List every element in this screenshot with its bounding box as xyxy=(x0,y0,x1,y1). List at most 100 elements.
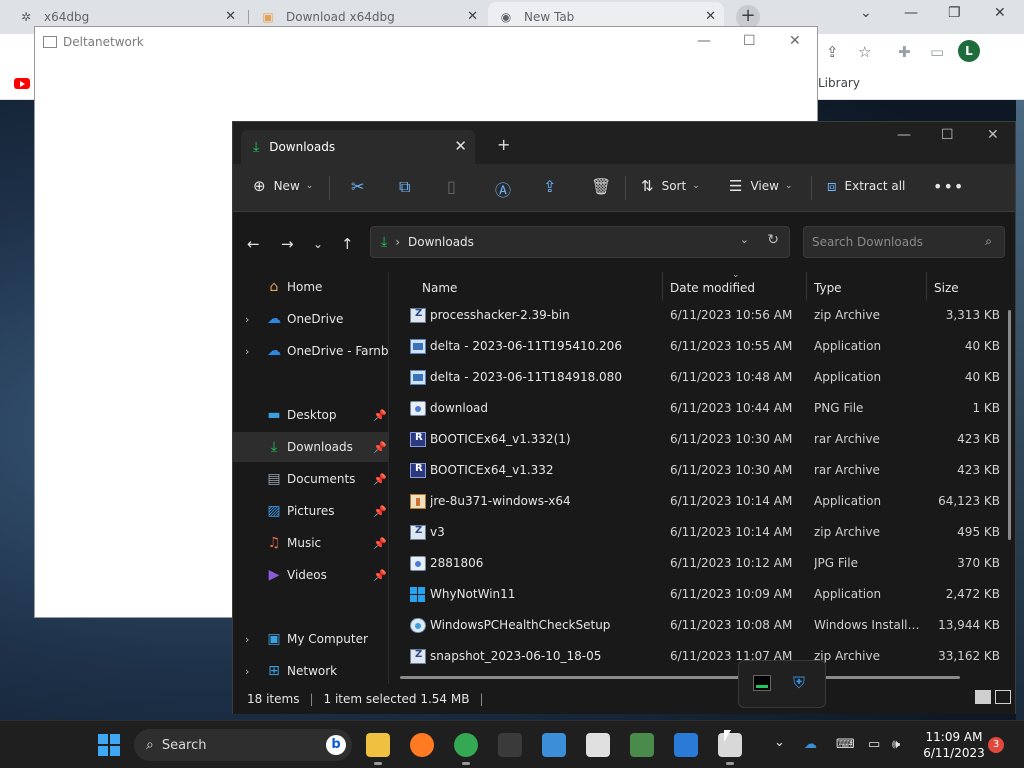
spreadsheet-app[interactable] xyxy=(630,733,654,757)
table-row[interactable]: delta - 2023-06-11T184918.080 6/11/2023 1… xyxy=(390,362,1000,393)
close-icon[interactable]: ✕ xyxy=(987,127,999,143)
refresh-icon[interactable]: ↻ xyxy=(767,232,779,248)
rename-icon[interactable]: Ⓐ xyxy=(495,177,511,201)
sidebar-item-desktop[interactable]: ▬ Desktop 📌 xyxy=(233,400,389,430)
chrome-app[interactable] xyxy=(454,733,478,765)
column-header-size[interactable]: Size xyxy=(934,272,959,302)
window-app[interactable] xyxy=(542,733,566,757)
chevron-right-icon[interactable]: › xyxy=(245,633,249,646)
new-tab-button[interactable]: + xyxy=(497,135,510,154)
chevron-right-icon[interactable]: › xyxy=(245,345,249,358)
close-icon[interactable]: ✕ xyxy=(994,5,1006,21)
table-row[interactable]: 2881806 6/11/2023 10:12 AM JPG File 370 KB xyxy=(390,548,1000,579)
column-header-type[interactable]: Type xyxy=(814,272,842,302)
terminal-app[interactable] xyxy=(498,733,522,757)
bing-icon[interactable]: b xyxy=(326,735,346,755)
table-row[interactable]: BOOTICEx64_v1.332(1) 6/11/2023 10:30 AM ra… xyxy=(390,424,1000,455)
paste-icon[interactable]: ▯ xyxy=(447,177,456,196)
back-icon[interactable]: ← xyxy=(247,235,260,253)
details-view-icon[interactable] xyxy=(975,690,991,704)
restore-icon[interactable]: ❐ xyxy=(948,5,961,21)
blue-app[interactable] xyxy=(674,733,698,757)
share-icon[interactable]: ⇪ xyxy=(826,43,839,61)
explorer-tab-downloads[interactable]: ⤓ Downloads ✕ xyxy=(241,130,475,164)
table-row[interactable]: WhyNotWin11 6/11/2023 10:09 AM Application… xyxy=(390,579,1000,610)
table-row[interactable]: processhacker-2.39-bin 6/11/2023 10:56 AM… xyxy=(390,300,1000,331)
chevron-right-icon[interactable]: › xyxy=(245,665,249,678)
search-input[interactable] xyxy=(804,227,964,257)
profile-avatar[interactable]: L xyxy=(958,40,980,62)
view-button[interactable]: ☰ View ⌄ xyxy=(729,177,792,195)
extract-all-button[interactable]: ⧈ Extract all xyxy=(827,177,905,195)
pin-icon[interactable]: 📌 xyxy=(373,409,387,422)
sidebar-item-home[interactable]: ⌂ Home xyxy=(233,272,389,302)
close-icon[interactable]: ✕ xyxy=(454,137,467,155)
table-row[interactable]: snapshot_2023-06-10_18-056/11/2023 11:07… xyxy=(390,641,1000,672)
pin-icon[interactable]: 📌 xyxy=(373,537,387,550)
breadcrumb-downloads[interactable]: Downloads xyxy=(408,235,474,249)
vertical-scrollbar[interactable] xyxy=(1008,310,1011,540)
firefox-app[interactable] xyxy=(410,733,434,757)
horizontal-scrollbar[interactable] xyxy=(400,676,960,679)
pin-icon[interactable]: 📌 xyxy=(373,505,387,518)
column-divider[interactable] xyxy=(926,272,927,300)
close-icon[interactable]: ✕ xyxy=(789,33,801,49)
sidebar-item-network[interactable]: › ⊞ Network xyxy=(233,656,389,686)
up-icon[interactable]: ↑ xyxy=(341,235,354,253)
column-header-name[interactable]: Name xyxy=(422,272,457,302)
cut-icon[interactable]: ✂ xyxy=(351,177,364,196)
star-icon[interactable]: ☆ xyxy=(858,43,871,61)
network-icon[interactable]: ▭ xyxy=(868,737,880,752)
forward-icon[interactable]: → xyxy=(281,235,294,253)
table-row[interactable]: BOOTICEx64_v1.332 6/11/2023 10:30 AM rar A… xyxy=(390,455,1000,486)
security-warning-icon[interactable]: ⛨ xyxy=(793,673,805,693)
table-row[interactable]: jre-8u371-windows-x64 6/11/2023 10:14 AM A… xyxy=(390,486,1000,517)
table-row[interactable]: v3 6/11/2023 10:14 AM zip Archive 495 KB xyxy=(390,517,1000,548)
chevron-down-icon[interactable]: ⌄ xyxy=(860,5,872,21)
more-options-icon[interactable]: ••• xyxy=(933,177,964,196)
pin-icon[interactable]: 📌 xyxy=(373,569,387,582)
start-button[interactable] xyxy=(98,734,120,756)
side-panel-icon[interactable]: ▭ xyxy=(930,43,944,61)
new-button[interactable]: ⊕ New ⌄ xyxy=(253,177,313,195)
recent-locations-icon[interactable]: ⌄ xyxy=(313,237,323,251)
bookmark-library[interactable]: Library xyxy=(818,76,860,90)
chevron-up-icon[interactable]: ⌄ xyxy=(774,735,785,750)
sidebar-item-videos[interactable]: ▶ Videos 📌 xyxy=(233,560,389,590)
minimize-icon[interactable]: — xyxy=(904,5,918,21)
close-icon[interactable]: ✕ xyxy=(467,9,478,24)
tiles-view-icon[interactable] xyxy=(995,690,1011,704)
taskbar-search[interactable]: ⌕ Search b xyxy=(134,729,352,761)
volume-icon[interactable]: 🕪 xyxy=(892,737,900,752)
notification-badge[interactable]: 3 xyxy=(988,737,1004,753)
file-explorer-app[interactable] xyxy=(366,733,390,765)
pin-icon[interactable]: 📌 xyxy=(373,473,387,486)
close-icon[interactable]: ✕ xyxy=(225,9,236,24)
column-divider[interactable] xyxy=(806,272,807,300)
minimize-icon[interactable]: — xyxy=(697,33,711,49)
onedrive-icon[interactable]: ☁ xyxy=(804,737,817,752)
keyboard-icon[interactable]: ⌨ xyxy=(836,737,855,752)
pin-icon[interactable]: 📌 xyxy=(373,441,387,454)
7zip-app[interactable] xyxy=(586,733,610,757)
column-divider[interactable] xyxy=(662,272,663,300)
table-row[interactable]: download 6/11/2023 10:44 AM PNG File 1 KB xyxy=(390,393,1000,424)
minimize-icon[interactable]: — xyxy=(897,127,911,143)
sidebar-item-onedrive[interactable]: › ☁ OneDrive xyxy=(233,304,389,334)
chevron-down-icon[interactable]: ⌄ xyxy=(740,233,749,246)
delete-icon[interactable]: 🗑 xyxy=(591,177,611,196)
table-row[interactable]: WindowsPCHealthCheckSetup 6/11/2023 10:08… xyxy=(390,610,1000,641)
search-icon[interactable]: ⌕ xyxy=(985,234,992,249)
sidebar-item-documents[interactable]: ▤ Documents 📌 xyxy=(233,464,389,494)
sort-button[interactable]: ⇅ Sort ⌄ xyxy=(641,177,700,195)
address-bar[interactable]: ⤓ › Downloads ⌄ ↻ xyxy=(370,226,790,258)
sidebar-item-onedrive-farnbor[interactable]: › ☁ OneDrive - Farnbor xyxy=(233,336,389,366)
maximize-icon[interactable]: ☐ xyxy=(743,33,756,49)
clock[interactable]: 11:09 AM 6/11/2023 xyxy=(916,729,992,761)
terminal-icon[interactable] xyxy=(753,675,771,691)
maximize-icon[interactable]: ☐ xyxy=(941,127,954,143)
copy-icon[interactable]: ⧉ xyxy=(399,177,410,197)
chevron-right-icon[interactable]: › xyxy=(245,313,249,326)
youtube-icon[interactable] xyxy=(14,78,30,89)
close-icon[interactable]: ✕ xyxy=(705,9,716,24)
